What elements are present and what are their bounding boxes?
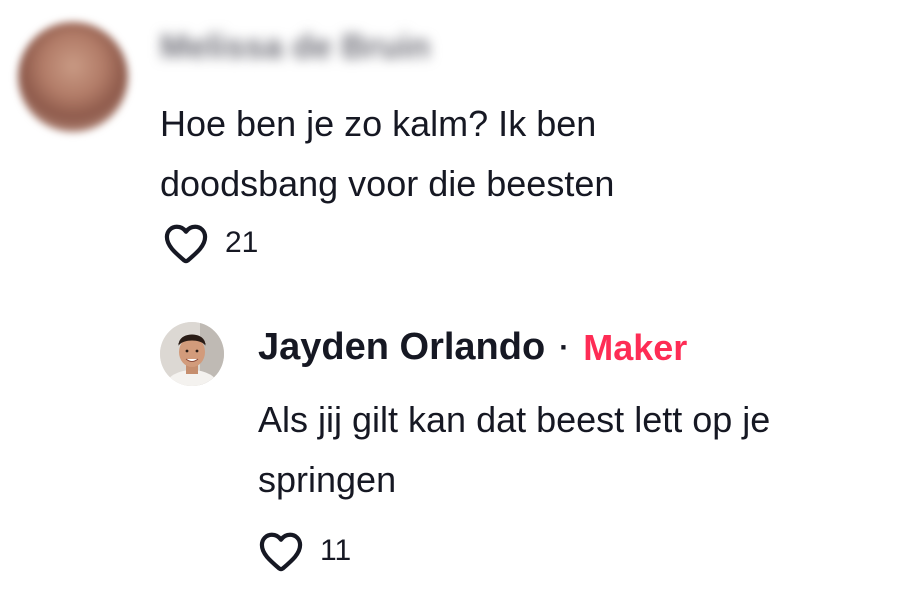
creator-badge: Maker bbox=[583, 326, 688, 368]
reply-text: Als jij gilt kan dat beest lett op je sp… bbox=[258, 399, 771, 500]
avatar[interactable] bbox=[160, 322, 224, 386]
separator-dot: · bbox=[559, 330, 570, 364]
like-button[interactable]: 11 bbox=[258, 530, 351, 572]
reply-username[interactable]: Jayden Orlando bbox=[258, 326, 545, 369]
heart-outline-icon[interactable] bbox=[258, 530, 304, 572]
like-count: 21 bbox=[225, 226, 259, 259]
reply-comment: Jayden Orlando · Maker Als jij gilt kan … bbox=[0, 300, 898, 596]
heart-outline-icon[interactable] bbox=[163, 222, 209, 264]
comment-username[interactable]: Melissa de Bruin bbox=[160, 28, 430, 67]
like-count: 11 bbox=[320, 534, 352, 567]
reply-header: Jayden Orlando · Maker bbox=[258, 326, 687, 369]
comment-text: Hoe ben je zo kalm? Ik ben doodsbang voo… bbox=[160, 103, 615, 204]
comment: Melissa de Bruin Hoe ben je zo kalm? Ik … bbox=[0, 0, 898, 290]
avatar[interactable] bbox=[18, 22, 128, 132]
avatar-image bbox=[160, 322, 224, 386]
like-button[interactable]: 21 bbox=[163, 222, 258, 264]
